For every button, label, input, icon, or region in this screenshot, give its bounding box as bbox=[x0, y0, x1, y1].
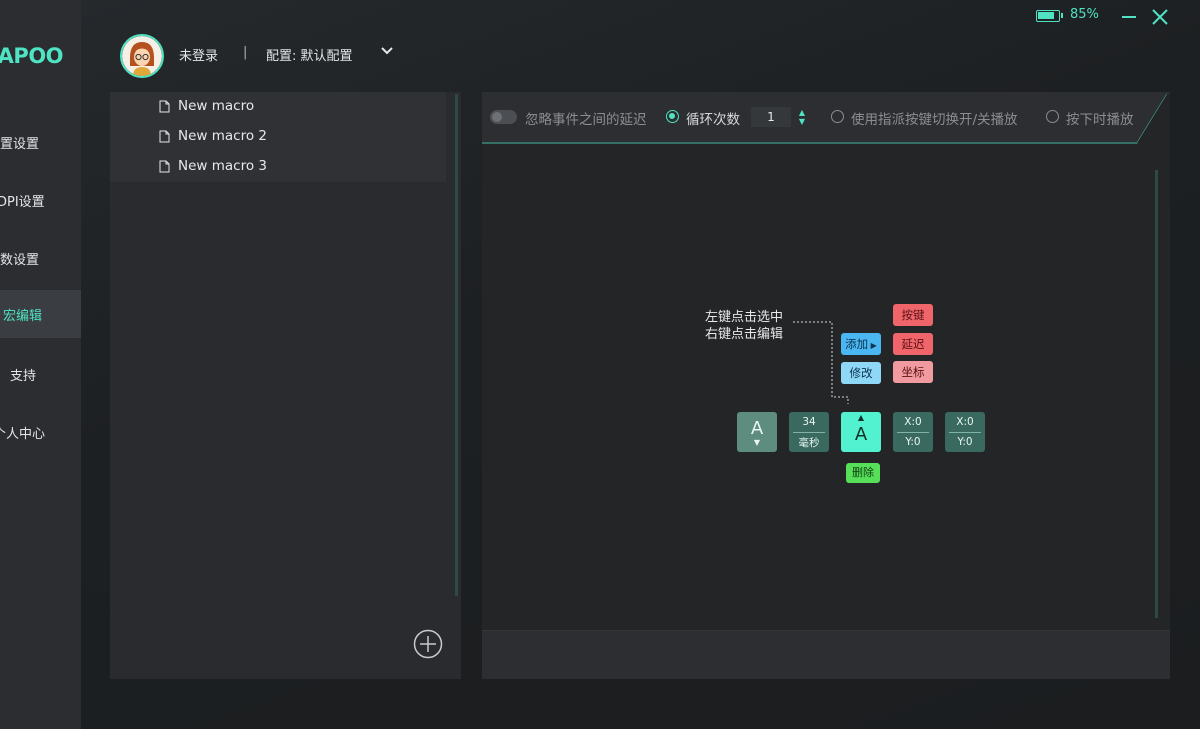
add-key-button[interactable]: 按键 bbox=[893, 304, 933, 326]
header-separator: | bbox=[243, 45, 248, 60]
loop-count-input[interactable]: 1 bbox=[751, 107, 791, 127]
toggle-mode-label: 使用指派按键切换开/关播放 bbox=[851, 112, 1018, 128]
sidebar-item-macro[interactable]: 宏编辑 bbox=[0, 290, 81, 338]
toggle-mode-radio[interactable] bbox=[831, 110, 844, 123]
chevron-down-icon[interactable] bbox=[380, 44, 394, 58]
sidebar-item-dpi[interactable]: DPI设置 bbox=[0, 176, 81, 224]
macro-name: New macro 3 bbox=[178, 158, 267, 174]
macro-list-item[interactable]: New macro 3 bbox=[110, 152, 446, 182]
coord-y: Y:0 bbox=[957, 436, 973, 448]
brand-logo: RAPOO bbox=[0, 44, 64, 68]
add-delay-button[interactable]: 延迟 bbox=[893, 333, 933, 355]
battery-icon bbox=[1036, 10, 1063, 22]
sidebar: RAPOO 配置设置 DPI设置 参数设置 宏编辑 支持 个人中心 bbox=[0, 0, 81, 729]
avatar[interactable] bbox=[120, 34, 164, 78]
arrow-up-icon: ▲ bbox=[857, 413, 865, 422]
editor-scrollbar[interactable] bbox=[1155, 170, 1158, 618]
document-icon bbox=[159, 130, 170, 143]
coordinate-tile[interactable]: X:0 Y:0 bbox=[893, 412, 933, 452]
coordinate-tile[interactable]: X:0 Y:0 bbox=[945, 412, 985, 452]
coord-x: X:0 bbox=[956, 416, 974, 428]
arrow-down-icon: ▼ bbox=[753, 438, 761, 447]
sidebar-item-support[interactable]: 支持 bbox=[0, 350, 81, 398]
loop-count-stepper[interactable]: ▲ ▼ bbox=[797, 108, 807, 126]
macro-name: New macro bbox=[178, 98, 255, 114]
config-selector-label[interactable]: 配置: 默认配置 bbox=[266, 45, 353, 64]
loop-count-radio[interactable] bbox=[666, 110, 679, 123]
macro-list-item[interactable]: New macro bbox=[110, 92, 446, 122]
minimize-button[interactable] bbox=[1122, 16, 1136, 18]
avatar-icon bbox=[122, 36, 162, 76]
sidebar-item-profile[interactable]: 个人中心 bbox=[0, 408, 81, 456]
coord-y: Y:0 bbox=[905, 436, 921, 448]
sidebar-item-config[interactable]: 配置设置 bbox=[0, 118, 81, 166]
document-icon bbox=[159, 160, 170, 173]
add-coord-button[interactable]: 坐标 bbox=[893, 361, 933, 383]
macro-list-scrollbar[interactable] bbox=[455, 94, 458, 596]
sidebar-item-params[interactable]: 参数设置 bbox=[0, 234, 81, 282]
delay-tile[interactable]: 34 毫秒 bbox=[789, 412, 829, 452]
macro-name: New macro 2 bbox=[178, 128, 267, 144]
modify-button[interactable]: 修改 bbox=[841, 362, 881, 384]
close-button[interactable] bbox=[1150, 7, 1170, 27]
editor-footer bbox=[482, 630, 1170, 679]
delay-value: 34 bbox=[802, 416, 816, 428]
coord-x: X:0 bbox=[904, 416, 922, 428]
add-macro-button[interactable] bbox=[413, 629, 443, 659]
close-icon bbox=[1152, 9, 1168, 25]
hold-mode-radio[interactable] bbox=[1046, 110, 1059, 123]
login-status[interactable]: 未登录 bbox=[179, 45, 218, 64]
help-line-edit: 右键点击编辑 bbox=[705, 327, 784, 342]
ignore-delay-label: 忽略事件之间的延迟 bbox=[525, 112, 647, 128]
battery-percent: 85% bbox=[1070, 7, 1099, 22]
key-down-tile[interactable]: A ▼ bbox=[737, 412, 777, 452]
key-up-tile-selected[interactable]: ▲ A bbox=[841, 412, 881, 452]
delay-unit: 毫秒 bbox=[798, 437, 820, 449]
macro-list-panel: New macro New macro 2 New macro 3 bbox=[110, 92, 461, 679]
ignore-delay-toggle[interactable] bbox=[490, 110, 517, 124]
document-icon bbox=[159, 100, 170, 113]
delete-button[interactable]: 删除 bbox=[846, 463, 880, 483]
hold-mode-label: 按下时播放 bbox=[1066, 112, 1134, 128]
loop-count-label: 循环次数 bbox=[686, 112, 740, 128]
add-button[interactable]: 添加 ▶ bbox=[841, 333, 881, 355]
macro-list-item[interactable]: New macro 2 bbox=[110, 122, 446, 152]
